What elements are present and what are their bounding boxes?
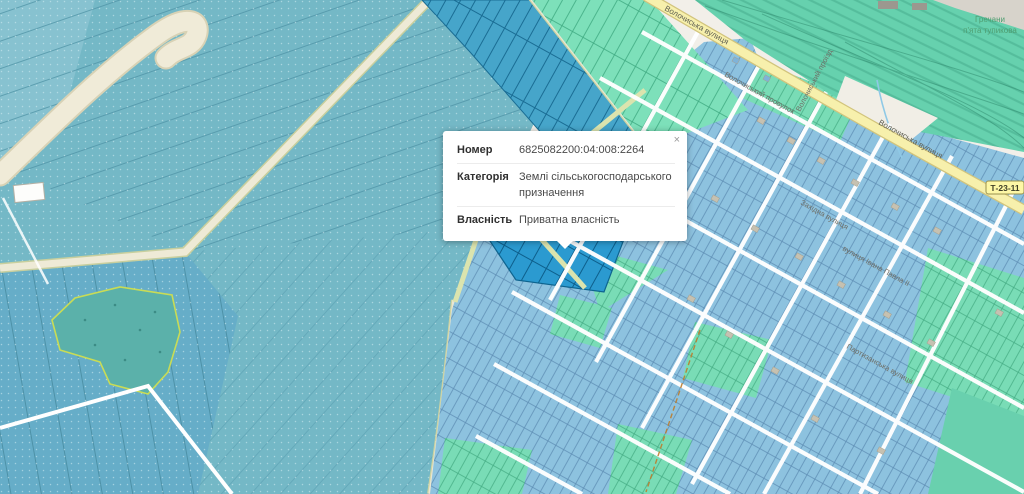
railway-label-line1: Гречани <box>975 15 1005 24</box>
road-shield-label: Т-23-11 <box>990 183 1020 193</box>
popup-value-category: Землі сільськогосподарського призначення <box>519 169 675 202</box>
close-icon[interactable]: × <box>674 135 680 146</box>
popup-row-category: Категорія Землі сільськогосподарського п… <box>457 163 675 206</box>
popup-label-number: Номер <box>457 142 519 159</box>
popup-row-ownership: Власність Приватна власність <box>457 206 675 233</box>
popup-label-category: Категорія <box>457 169 519 202</box>
popup-value-number: 6825082200:04:008:2264 <box>519 142 675 159</box>
popup-value-ownership: Приватна власність <box>519 212 675 229</box>
parcel-info-popup: × Номер 6825082200:04:008:2264 Категорія… <box>443 131 687 241</box>
popup-label-ownership: Власність <box>457 212 519 229</box>
farm-building <box>13 182 45 202</box>
popup-row-number: Номер 6825082200:04:008:2264 <box>457 137 675 163</box>
railway-label-line2: п'ята тупикова <box>963 26 1017 35</box>
map-layers: Т-23-11 Волочиська вулиця Волочиська вул… <box>0 0 1024 494</box>
map-canvas[interactable]: Т-23-11 Волочиська вулиця Волочиська вул… <box>0 0 1024 494</box>
road-shield: Т-23-11 <box>986 181 1024 194</box>
